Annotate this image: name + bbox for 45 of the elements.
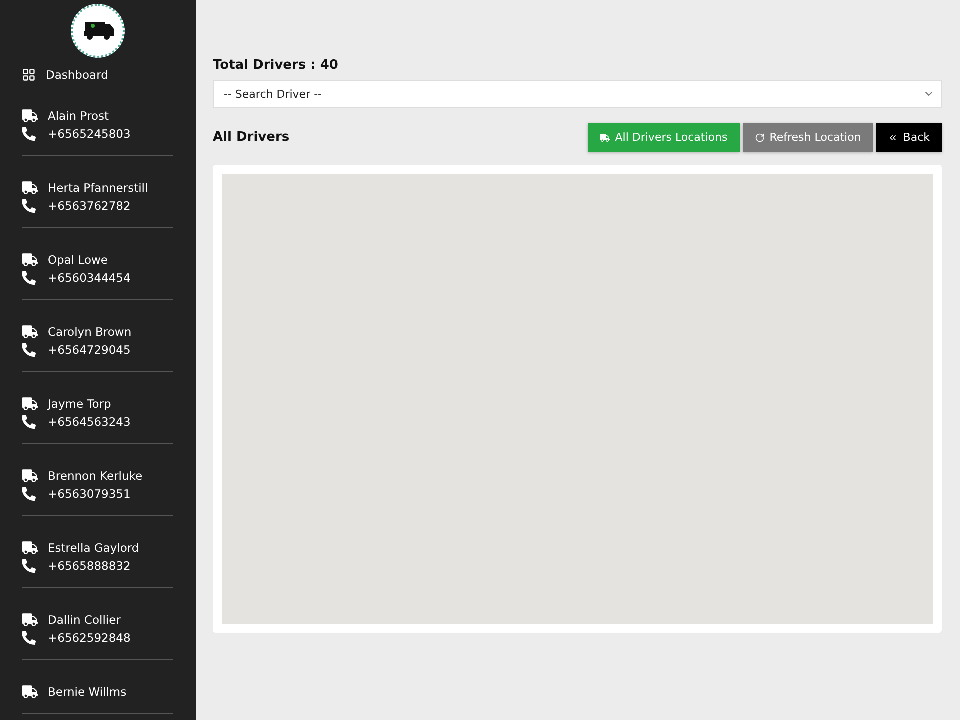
truck-icon	[22, 324, 38, 340]
phone-icon	[22, 127, 36, 141]
truck-icon	[22, 612, 38, 628]
driver-name[interactable]: Dallin Collier	[48, 613, 121, 627]
action-button[interactable]: Refresh Location	[742, 123, 874, 152]
truck-icon	[22, 180, 38, 196]
phone-icon	[22, 343, 36, 357]
phone-icon	[22, 199, 36, 213]
driver-phone: +6565245803	[48, 127, 131, 141]
driver-name[interactable]: Opal Lowe	[48, 253, 108, 267]
driver-phone: +6565888832	[48, 559, 131, 573]
driver-phone: +6564563243	[48, 415, 131, 429]
truck-icon	[22, 396, 38, 412]
truck-icon	[22, 684, 38, 700]
phone-icon	[22, 415, 36, 429]
phone-icon	[22, 631, 36, 645]
driver-phone: +6563762782	[48, 199, 131, 213]
driver-phone: +6563079351	[48, 487, 131, 501]
driver-phone: +6562592848	[48, 631, 131, 645]
driver-phone: +6564729045	[48, 343, 131, 357]
truck-icon	[22, 108, 38, 124]
driver-name[interactable]: Jayme Torp	[48, 397, 112, 411]
driver-name[interactable]: Bernie Willms	[48, 685, 127, 699]
back-icon	[888, 132, 898, 142]
driver-name[interactable]: Herta Pfannerstill	[48, 181, 148, 195]
truck-logo-icon	[81, 20, 115, 42]
truck-icon	[22, 540, 38, 556]
driver-name[interactable]: Estrella Gaylord	[48, 541, 140, 555]
phone-icon	[22, 487, 36, 501]
truck-icon	[22, 468, 38, 484]
grid-icon	[22, 68, 36, 82]
section-title: All Drivers	[213, 130, 290, 145]
search-select[interactable]: -- Search Driver --	[213, 80, 942, 108]
dashboard-link[interactable]: Dashboard	[22, 66, 174, 84]
total-drivers: Total Drivers : 40	[213, 58, 340, 73]
truck-icon	[22, 252, 38, 268]
action-button[interactable]: Back	[876, 123, 942, 152]
driver-name[interactable]: Carolyn Brown	[48, 325, 132, 339]
driver-phone: +6560344454	[48, 271, 131, 285]
refresh-icon	[754, 132, 765, 142]
phone-icon	[22, 559, 36, 573]
driver-name[interactable]: Brennon Kerluke	[48, 469, 143, 483]
phone-icon	[22, 271, 36, 285]
driver-name[interactable]: Alain Prost	[48, 109, 109, 123]
truck-icon	[600, 132, 610, 142]
